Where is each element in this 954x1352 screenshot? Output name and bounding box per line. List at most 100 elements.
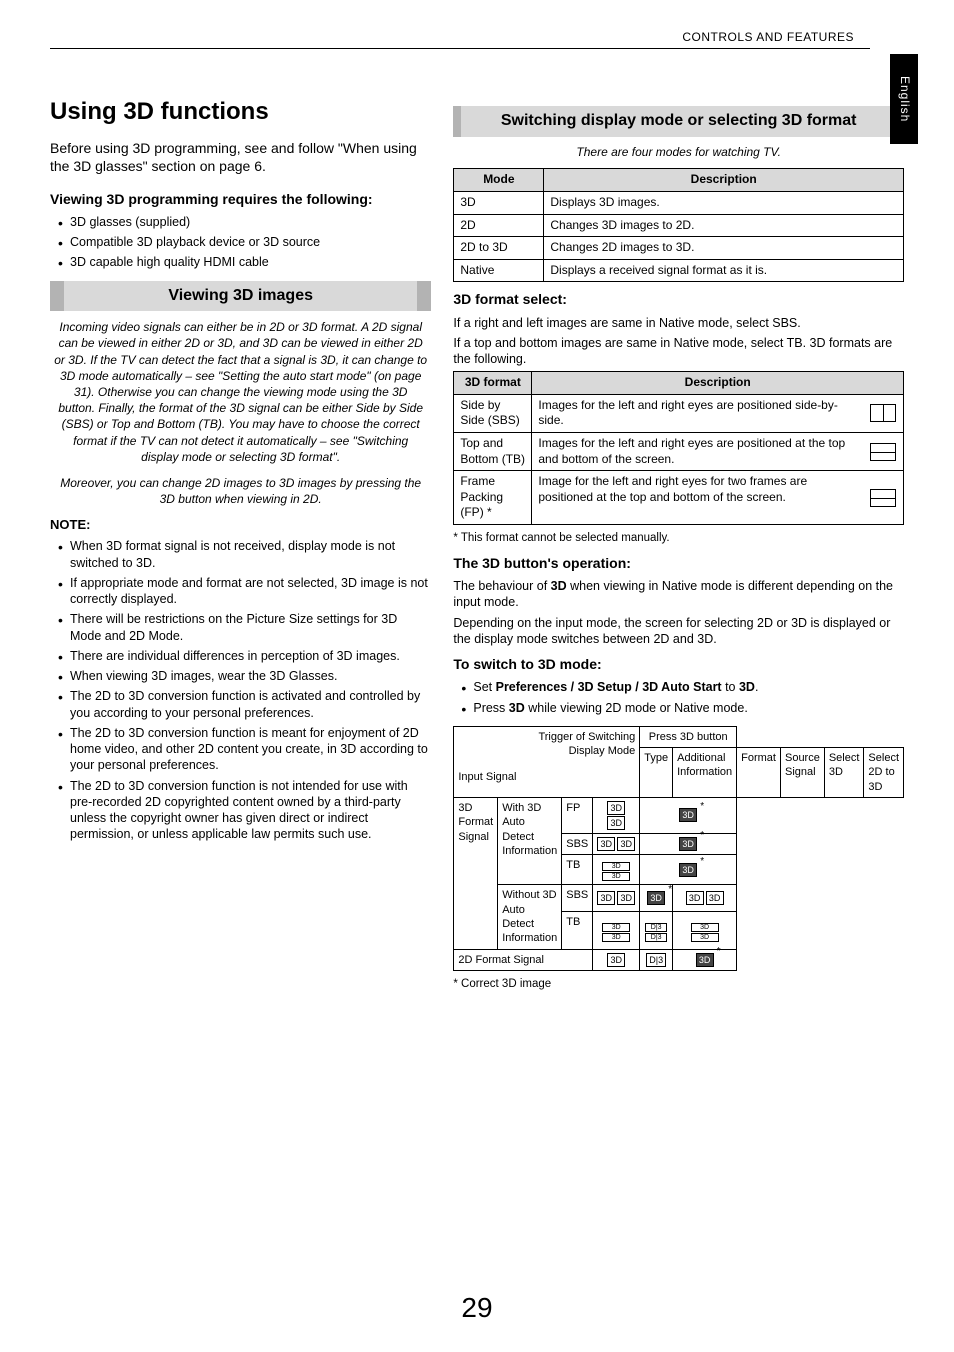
button-operation-heading: The 3D button's operation: xyxy=(453,554,904,572)
requirements-list: 3D glasses (supplied) Compatible 3D play… xyxy=(50,214,431,271)
cell: FP xyxy=(562,798,593,834)
threeD-icon: 3D xyxy=(696,953,714,967)
cell: Additional Information xyxy=(673,748,737,798)
header-rule xyxy=(50,48,870,49)
list-item: 3D glasses (supplied) xyxy=(62,214,431,230)
threeD-icon: 3D xyxy=(607,953,625,967)
fp-icon xyxy=(870,489,896,507)
format-table: 3D format Description Side by Side (SBS)… xyxy=(453,371,904,525)
cell: Displays a received signal format as it … xyxy=(544,259,904,282)
cell: 3D Format Signal xyxy=(454,798,498,949)
icon-cell: 3D* xyxy=(640,885,673,912)
list-item: If appropriate mode and format are not s… xyxy=(62,575,431,608)
threeD-icon: 3D xyxy=(597,891,615,905)
press-3d-header: Press 3D button xyxy=(640,726,737,747)
page-number: 29 xyxy=(461,1290,492,1326)
cell: Changes 3D images to 2D. xyxy=(544,214,904,237)
cell: SBS xyxy=(562,885,593,912)
language-tab: English xyxy=(890,54,918,144)
switching-table: Trigger of SwitchingDisplay Mode Input S… xyxy=(453,726,904,971)
cell: With 3D Auto Detect Information xyxy=(498,798,562,885)
table-row: 2DChanges 3D images to 2D. xyxy=(454,214,904,237)
cell: Source Signal xyxy=(780,748,824,798)
cell: Without 3D Auto Detect Information xyxy=(498,885,562,949)
icon-cell: 3D* xyxy=(640,798,737,834)
section-heading-switching: Switching display mode or selecting 3D f… xyxy=(453,106,904,137)
icon-cell: 3D3D xyxy=(593,834,640,855)
threeD-icon: 3D xyxy=(597,837,615,851)
list-item: Compatible 3D playback device or 3D sour… xyxy=(62,234,431,250)
cell: Changes 2D images to 3D. xyxy=(544,237,904,260)
d3-icon: D|3 xyxy=(645,923,667,932)
cell: 2D Format Signal xyxy=(454,949,593,970)
list-item: When viewing 3D images, wear the 3D Glas… xyxy=(62,668,431,684)
table-header: Description xyxy=(532,372,904,395)
cell: Format xyxy=(737,748,781,798)
threeD-icon: 3D xyxy=(617,837,635,851)
icon-cell: 3D3D xyxy=(673,885,737,912)
list-item: The 2D to 3D conversion function is acti… xyxy=(62,688,431,721)
threeD-icon: 3D xyxy=(691,933,719,942)
list-item: 3D capable high quality HDMI cable xyxy=(62,254,431,270)
format-icon-cell xyxy=(864,394,904,432)
icon-cell: 3D3D xyxy=(593,885,640,912)
d3-icon: D|3 xyxy=(645,933,667,942)
switch-list: Set Preferences / 3D Setup / 3D Auto Sta… xyxy=(453,679,904,716)
page-title: Using 3D functions xyxy=(50,96,431,127)
table-header: Description xyxy=(544,169,904,192)
format-select-heading: 3D format select: xyxy=(453,290,904,308)
cell: Select 3D xyxy=(824,748,864,798)
section-heading-viewing: Viewing 3D images xyxy=(50,281,431,312)
cell: Image for the left and right eyes for tw… xyxy=(532,471,864,525)
threeD-icon: 3D xyxy=(607,801,625,815)
switch-heading: To switch to 3D mode: xyxy=(453,655,904,673)
threeD-icon: 3D xyxy=(679,808,697,822)
threeD-icon: 3D xyxy=(602,933,630,942)
icon-cell: 3D* xyxy=(640,834,737,855)
table-header: Mode xyxy=(454,169,544,192)
cell: 2D to 3D xyxy=(454,237,544,260)
threeD-icon: 3D xyxy=(602,862,630,871)
modes-intro: There are four modes for watching TV. xyxy=(453,145,904,161)
threeD-icon: 3D xyxy=(647,891,665,905)
modes-table: Mode Description 3DDisplays 3D images. 2… xyxy=(453,168,904,282)
icon-cell: 3D3D xyxy=(593,911,640,949)
threeD-icon: 3D xyxy=(691,923,719,932)
table-row: Top and Bottom (TB) Images for the left … xyxy=(454,433,904,471)
threeD-icon: 3D xyxy=(602,872,630,881)
cell: Native xyxy=(454,259,544,282)
threeD-icon: 3D xyxy=(686,891,704,905)
italic-paragraph: Incoming video signals can either be in … xyxy=(54,319,427,465)
cell: TB xyxy=(562,911,593,949)
notes-list: When 3D format signal is not received, d… xyxy=(50,538,431,842)
cell: Top and Bottom (TB) xyxy=(454,433,532,471)
format-footnote: * This format cannot be selected manuall… xyxy=(453,531,904,546)
threeD-icon: 3D xyxy=(607,816,625,830)
format-icon-cell xyxy=(864,471,904,525)
list-item: The 2D to 3D conversion function is not … xyxy=(62,778,431,843)
intro-paragraph: Before using 3D programming, see and fol… xyxy=(50,139,431,175)
input-signal-label: Input Signal xyxy=(458,770,635,784)
bold-3d: 3D xyxy=(551,579,567,593)
cell: TB xyxy=(562,855,593,885)
cell: SBS xyxy=(562,834,593,855)
icon-cell: 3D xyxy=(593,949,640,970)
correct-footnote: * Correct 3D image xyxy=(453,977,904,992)
icon-cell: D|3D|3 xyxy=(640,911,673,949)
cell: Select 2D to 3D xyxy=(864,748,904,798)
table-row: Side by Side (SBS) Images for the left a… xyxy=(454,394,904,432)
table-row: NativeDisplays a received signal format … xyxy=(454,259,904,282)
tb-icon xyxy=(870,443,896,461)
cell: Images for the left and right eyes are p… xyxy=(532,394,864,432)
list-item: There are individual differences in perc… xyxy=(62,648,431,664)
cell: Displays 3D images. xyxy=(544,191,904,214)
d3-icon: D|3 xyxy=(646,953,666,967)
paragraph: Depending on the input mode, the screen … xyxy=(453,615,904,648)
sbs-icon xyxy=(870,404,896,422)
header-section: CONTROLS AND FEATURES xyxy=(682,30,854,46)
format-paragraph: If a right and left images are same in N… xyxy=(453,315,904,331)
italic-paragraph: Moreover, you can change 2D images to 3D… xyxy=(54,475,427,507)
paragraph: The behaviour of 3D when viewing in Nati… xyxy=(453,578,904,611)
icon-cell: 3D3D xyxy=(673,911,737,949)
cell: Type xyxy=(640,748,673,798)
